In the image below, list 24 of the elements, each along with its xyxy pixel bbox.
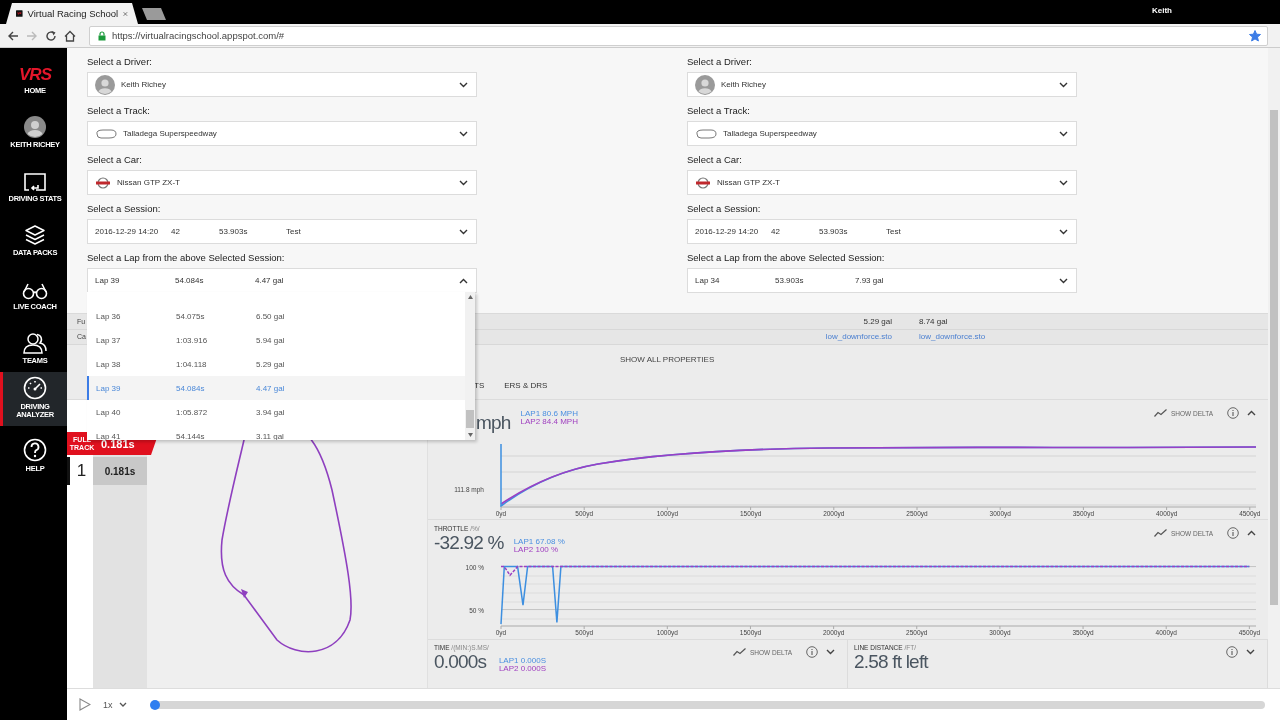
field-label: Select a Lap from the above Selected Session: — [87, 251, 286, 265]
field-label: Select a Track: — [687, 104, 751, 118]
field-label: Select a Lap from the above Selected Session: — [687, 251, 886, 265]
field-label: Select a Driver: — [687, 55, 753, 69]
field-label: Select a Car: — [87, 153, 143, 167]
lap-reading: LAP1 80.6 MPH — [520, 410, 578, 418]
lap-reading: LAP2 100 % — [513, 546, 560, 554]
property-value: 8.74 gal — [919, 316, 949, 326]
time-value: 0.000s — [434, 651, 487, 673]
lap-reading: LAP1 67.08 % — [513, 538, 565, 546]
lap-reading: LAP2 84.4 MPH — [520, 418, 578, 426]
distance-value: 2.58 ft left — [854, 651, 928, 673]
field-label: Select a Track: — [87, 104, 151, 118]
speed-value: mph — [476, 412, 511, 434]
field-label: Select a Session: — [687, 202, 762, 216]
lap-reading: LAP2 0.000S — [498, 665, 547, 673]
lap-reading: LAP1 0.000S — [498, 657, 547, 665]
logo: VRS — [19, 66, 51, 84]
sector-time: 0.181s — [93, 457, 147, 485]
property-value: 5.29 gal — [863, 316, 892, 326]
field-label: Select a Car: — [687, 153, 743, 167]
field-label: Select a Session: — [87, 202, 162, 216]
field-label: Select a Driver: — [87, 55, 153, 69]
throttle-value: -32.92 % — [434, 532, 504, 554]
